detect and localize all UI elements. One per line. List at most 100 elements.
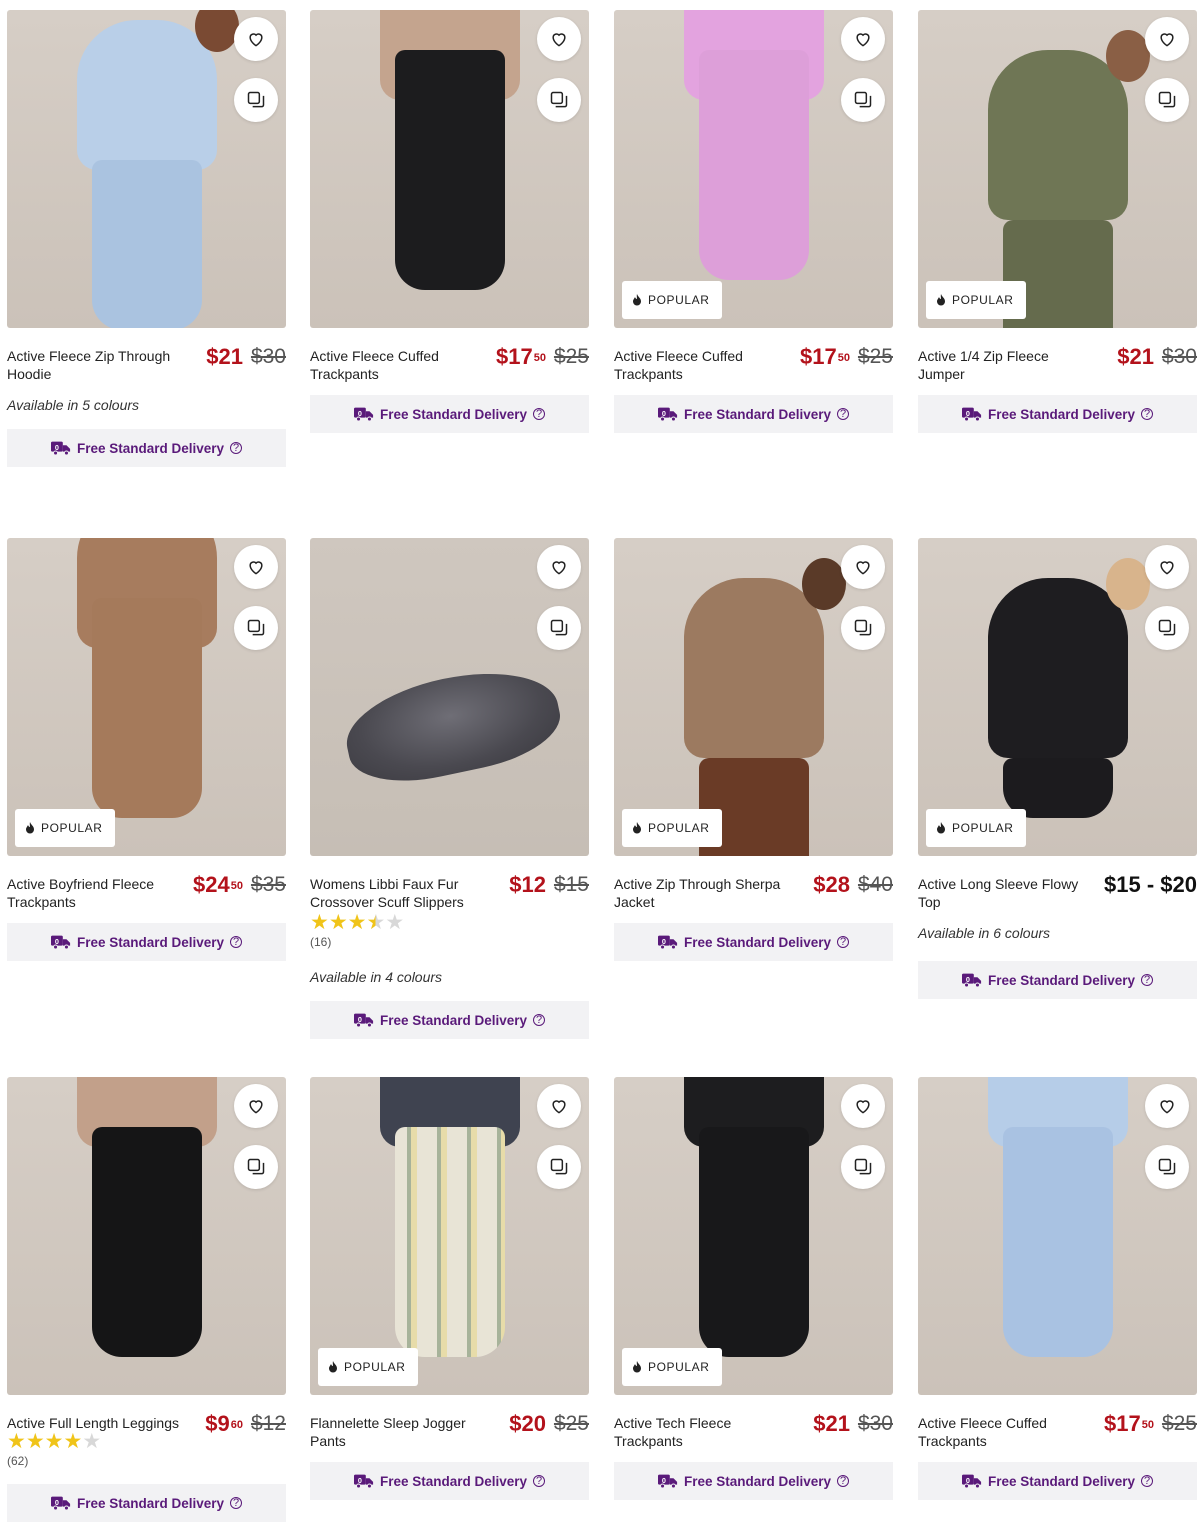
compare-icon[interactable]: [1145, 606, 1189, 650]
compare-icon[interactable]: [841, 1145, 885, 1189]
help-icon[interactable]: ?: [533, 1014, 546, 1026]
review-count[interactable]: (16): [310, 935, 589, 949]
favourite-heart-icon[interactable]: [1145, 1084, 1189, 1128]
product-image[interactable]: [310, 538, 589, 856]
compare-icon[interactable]: [234, 78, 278, 122]
help-icon[interactable]: ?: [837, 936, 850, 948]
favourite-heart-icon[interactable]: [537, 17, 581, 61]
delivery-label: Free Standard Delivery: [76, 1495, 225, 1511]
product-name[interactable]: Active Tech Fleece Trackpants: [614, 1414, 794, 1450]
product-name[interactable]: Active Zip Through Sherpa Jacket: [614, 875, 794, 911]
sale-price: $20: [509, 1411, 546, 1436]
free-delivery-banner[interactable]: 0 Free Standard Delivery ?: [614, 923, 893, 961]
help-icon[interactable]: ?: [1141, 974, 1154, 986]
favourite-heart-icon[interactable]: [234, 545, 278, 589]
favourite-heart-icon[interactable]: [841, 17, 885, 61]
product-card[interactable]: Womens Libbi Faux Fur Crossover Scuff Sl…: [310, 538, 589, 1039]
compare-icon[interactable]: [234, 606, 278, 650]
help-icon[interactable]: ?: [533, 1475, 546, 1487]
free-delivery-banner[interactable]: 0 Free Standard Delivery ?: [310, 1001, 589, 1039]
favourite-heart-icon[interactable]: [537, 545, 581, 589]
help-icon[interactable]: ?: [1141, 1475, 1154, 1487]
compare-icon[interactable]: [537, 78, 581, 122]
free-delivery-banner[interactable]: 0 Free Standard Delivery ?: [918, 961, 1197, 999]
product-name[interactable]: Active Fleece Cuffed Trackpants: [310, 347, 490, 383]
product-name[interactable]: Active Long Sleeve Flowy Top: [918, 875, 1098, 911]
product-price: $12 $15: [509, 873, 589, 897]
product-image[interactable]: [7, 1077, 286, 1395]
favourite-heart-icon[interactable]: [1145, 545, 1189, 589]
help-icon[interactable]: ?: [1141, 408, 1154, 420]
product-name[interactable]: Womens Libbi Faux Fur Crossover Scuff Sl…: [310, 875, 490, 911]
compare-icon[interactable]: [1145, 1145, 1189, 1189]
free-delivery-banner[interactable]: 0 Free Standard Delivery ?: [7, 429, 286, 467]
product-image[interactable]: POPULAR: [614, 538, 893, 856]
product-name[interactable]: Active Boyfriend Fleece Trackpants: [7, 875, 187, 911]
product-card[interactable]: POPULAR Active Boyfriend Fleece Trackpan…: [7, 538, 286, 961]
help-icon[interactable]: ?: [230, 1497, 243, 1509]
compare-icon[interactable]: [841, 606, 885, 650]
product-price: $21 $30: [1117, 345, 1197, 369]
help-icon[interactable]: ?: [533, 408, 546, 420]
product-card[interactable]: POPULAR Active Fleece Cuffed Trackpants …: [614, 10, 893, 433]
free-delivery-banner[interactable]: 0 Free Standard Delivery ?: [310, 395, 589, 433]
product-card[interactable]: POPULAR Active 1/4 Zip Fleece Jumper $21…: [918, 10, 1197, 433]
free-delivery-banner[interactable]: 0 Free Standard Delivery ?: [918, 1462, 1197, 1500]
product-price: $1750 $25: [1104, 1412, 1197, 1436]
free-delivery-banner[interactable]: 0 Free Standard Delivery ?: [614, 395, 893, 433]
compare-icon[interactable]: [1145, 78, 1189, 122]
compare-icon[interactable]: [234, 1145, 278, 1189]
sale-price: $21: [813, 1411, 850, 1436]
favourite-heart-icon[interactable]: [841, 545, 885, 589]
product-image[interactable]: POPULAR: [614, 1077, 893, 1395]
product-name[interactable]: Active Fleece Cuffed Trackpants: [918, 1414, 1098, 1450]
compare-icon[interactable]: [537, 1145, 581, 1189]
product-card[interactable]: Active Full Length Leggings $960 $12 ★ ★ ★…: [7, 1077, 286, 1522]
product-card[interactable]: POPULAR Active Tech Fleece Trackpants $2…: [614, 1077, 893, 1500]
product-card[interactable]: POPULAR Active Long Sleeve Flowy Top $15…: [918, 538, 1197, 999]
free-delivery-banner[interactable]: 0 Free Standard Delivery ?: [918, 395, 1197, 433]
colour-availability: Available in 4 colours: [310, 969, 443, 985]
product-name[interactable]: Active 1/4 Zip Fleece Jumper: [918, 347, 1098, 383]
help-icon[interactable]: ?: [230, 936, 243, 948]
free-delivery-banner[interactable]: 0 Free Standard Delivery ?: [614, 1462, 893, 1500]
favourite-heart-icon[interactable]: [841, 1084, 885, 1128]
popular-badge: POPULAR: [622, 281, 722, 319]
product-name[interactable]: Flannelette Sleep Jogger Pants: [310, 1414, 490, 1450]
product-card[interactable]: POPULAR Active Zip Through Sherpa Jacket…: [614, 538, 893, 961]
product-price: $1750 $25: [800, 345, 893, 369]
product-name[interactable]: Active Fleece Zip Through Hoodie: [7, 347, 187, 383]
sale-price: $28: [813, 872, 850, 897]
compare-icon[interactable]: [841, 78, 885, 122]
product-image[interactable]: [310, 10, 589, 328]
product-card[interactable]: Active Fleece Cuffed Trackpants $1750 $2…: [310, 10, 589, 433]
was-price: $35: [250, 873, 286, 896]
price-range: $15 - $20: [1104, 872, 1197, 897]
product-image[interactable]: [7, 10, 286, 328]
free-delivery-banner[interactable]: 0 Free Standard Delivery ?: [310, 1462, 589, 1500]
favourite-heart-icon[interactable]: [234, 1084, 278, 1128]
favourite-heart-icon[interactable]: [234, 17, 278, 61]
help-icon[interactable]: ?: [837, 408, 850, 420]
review-count[interactable]: (62): [7, 1454, 286, 1468]
product-card[interactable]: Active Fleece Cuffed Trackpants $1750 $2…: [918, 1077, 1197, 1500]
help-icon[interactable]: ?: [837, 1475, 850, 1487]
free-delivery-banner[interactable]: 0 Free Standard Delivery ?: [7, 1484, 286, 1522]
compare-icon[interactable]: [537, 606, 581, 650]
product-card[interactable]: Active Fleece Zip Through Hoodie $21 $30…: [7, 10, 286, 467]
product-name[interactable]: Active Fleece Cuffed Trackpants: [614, 347, 794, 383]
product-image[interactable]: POPULAR: [310, 1077, 589, 1395]
product-card[interactable]: POPULAR Flannelette Sleep Jogger Pants $…: [310, 1077, 589, 1500]
favourite-heart-icon[interactable]: [1145, 17, 1189, 61]
product-image[interactable]: POPULAR: [614, 10, 893, 328]
svg-text:0: 0: [55, 443, 59, 452]
help-icon[interactable]: ?: [230, 442, 243, 454]
product-image[interactable]: POPULAR: [918, 10, 1197, 328]
free-delivery-banner[interactable]: 0 Free Standard Delivery ?: [7, 923, 286, 961]
svg-text:0: 0: [55, 937, 59, 946]
product-image[interactable]: POPULAR: [7, 538, 286, 856]
product-image[interactable]: [918, 1077, 1197, 1395]
favourite-heart-icon[interactable]: [537, 1084, 581, 1128]
product-name[interactable]: Active Full Length Leggings: [7, 1414, 187, 1432]
product-image[interactable]: POPULAR: [918, 538, 1197, 856]
